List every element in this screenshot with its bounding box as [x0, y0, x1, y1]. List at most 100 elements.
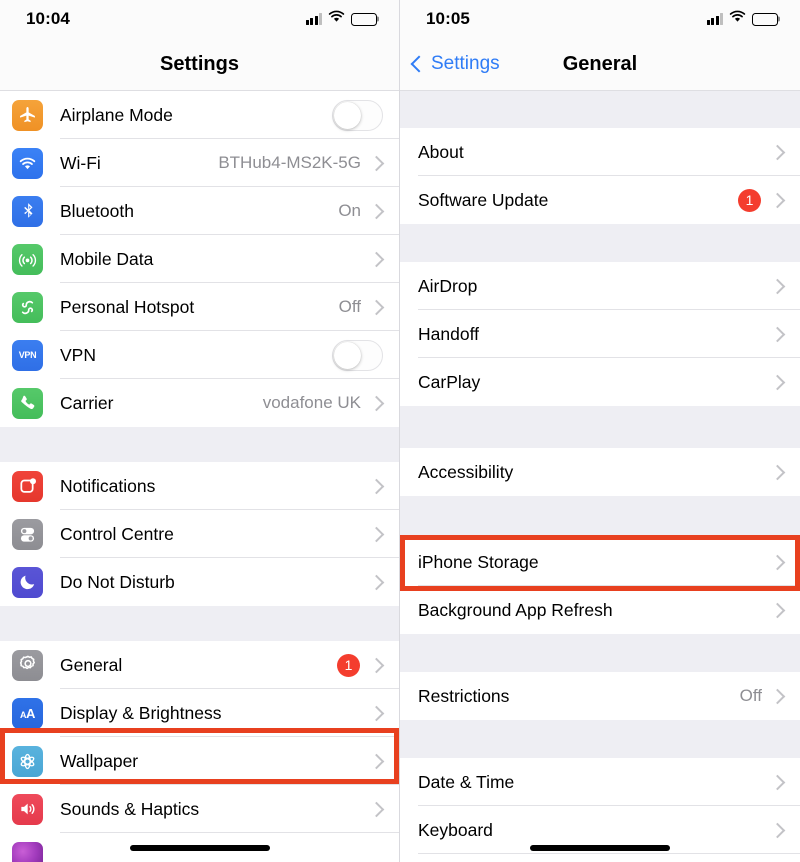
settings-row[interactable]: Background App Refresh	[400, 586, 800, 634]
phone-icon	[12, 387, 43, 419]
notification-badge: 1	[337, 653, 360, 677]
dual-screenshot-container: 10:04 Settings Airplane Mode Wi-Fi BTHub4-…	[0, 0, 800, 862]
speaker-icon	[12, 793, 43, 825]
settings-row[interactable]: Airplane Mode	[0, 91, 399, 139]
chevron-right-icon	[368, 395, 385, 411]
settings-row[interactable]: Personal Hotspot Off	[0, 283, 399, 331]
status-time: 10:04	[26, 9, 70, 28]
settings-row-value: Off	[338, 297, 361, 316]
toggle-switch[interactable]	[332, 99, 383, 131]
chevron-right-icon	[368, 753, 385, 769]
toggle-switch[interactable]	[332, 339, 383, 371]
settings-row[interactable]: Wallpaper	[0, 737, 399, 785]
settings-row[interactable]: Wi-Fi BTHub4-MS2K-5G	[0, 139, 399, 187]
settings-row[interactable]: Accessibility	[400, 448, 800, 496]
settings-row-label: Carrier	[60, 392, 114, 413]
settings-row[interactable]: About	[400, 128, 800, 176]
settings-row-label: VPN	[60, 344, 96, 365]
settings-row[interactable]: Date & Time	[400, 758, 800, 806]
settings-row[interactable]: General 1	[0, 641, 399, 689]
group-gap	[400, 91, 800, 128]
group-gap	[400, 406, 800, 448]
settings-row[interactable]: VPN VPN	[0, 331, 399, 379]
settings-row-label: Software Update	[418, 189, 549, 210]
settings-group: About Software Update 1	[400, 128, 800, 224]
settings-group: AirDrop Handoff CarPlay	[400, 262, 800, 406]
notifications-icon	[12, 470, 43, 502]
chevron-right-icon	[368, 203, 385, 219]
chevron-right-icon	[368, 801, 385, 817]
settings-row-label: iPhone Storage	[418, 551, 539, 572]
display-icon: AA	[12, 697, 43, 729]
settings-group: Accessibility	[400, 448, 800, 496]
settings-row-label: Sounds & Haptics	[60, 798, 200, 819]
chevron-right-icon	[368, 155, 385, 171]
chevron-right-icon	[769, 278, 786, 294]
chevron-left-icon	[410, 55, 428, 73]
group-gap	[400, 634, 800, 672]
bluetooth-icon	[12, 195, 43, 227]
settings-row-label: Control Centre	[60, 523, 174, 544]
chevron-right-icon	[769, 374, 786, 390]
chevron-right-icon	[769, 602, 786, 618]
chevron-right-icon	[769, 774, 786, 790]
page-title: Settings	[160, 52, 239, 75]
settings-row-label: Keyboard	[418, 819, 493, 840]
settings-row[interactable]: Sounds & Haptics	[0, 785, 399, 833]
status-bar-right: 10:05	[400, 0, 800, 38]
settings-row[interactable]: Mobile Data	[0, 235, 399, 283]
back-button[interactable]: Settings	[410, 53, 500, 75]
status-indicators	[706, 10, 778, 28]
settings-row[interactable]: Software Update 1	[400, 176, 800, 224]
battery-icon	[351, 12, 377, 26]
settings-row-label: Handoff	[418, 323, 479, 344]
page-title: General	[562, 52, 638, 75]
settings-row[interactable]: Carrier vodafone UK	[0, 379, 399, 427]
control-centre-icon	[12, 518, 43, 550]
status-bar-left: 10:04	[0, 0, 399, 38]
settings-row[interactable]: Do Not Disturb	[0, 558, 399, 606]
settings-row-value: vodafone UK	[262, 393, 361, 412]
settings-row[interactable]: Handoff	[400, 310, 800, 358]
toggle-knob	[334, 341, 361, 369]
settings-row[interactable]: AirDrop	[400, 262, 800, 310]
airplane-icon	[12, 99, 43, 131]
settings-row[interactable]: Bluetooth On	[0, 187, 399, 235]
settings-row[interactable]: Language & Region	[400, 854, 800, 862]
chevron-right-icon	[368, 526, 385, 542]
settings-row-label: Background App Refresh	[418, 599, 613, 620]
settings-row-label: Accessibility	[418, 461, 514, 482]
settings-row[interactable]: AA Display & Brightness	[0, 689, 399, 737]
hotspot-icon	[12, 291, 43, 323]
settings-screen: 10:04 Settings Airplane Mode Wi-Fi BTHub4-…	[0, 0, 400, 862]
settings-group: Notifications Control Centre Do Not Distur…	[0, 462, 399, 606]
settings-row-label: Notifications	[60, 475, 156, 496]
group-gap	[0, 606, 399, 641]
settings-group: Restrictions Off	[400, 672, 800, 720]
general-screen: 10:05 Settings General About Software Up…	[400, 0, 800, 862]
siri-icon	[12, 841, 43, 862]
gear-icon	[12, 649, 43, 681]
settings-row-label: Wallpaper	[60, 750, 139, 771]
chevron-right-icon	[368, 705, 385, 721]
chevron-right-icon	[769, 464, 786, 480]
settings-row-label: Wi-Fi	[60, 152, 101, 173]
settings-row-value: BTHub4-MS2K-5G	[218, 153, 361, 172]
settings-row[interactable]: Notifications	[0, 462, 399, 510]
chevron-right-icon	[769, 192, 786, 208]
wifi-icon	[328, 10, 345, 28]
settings-row[interactable]: Control Centre	[0, 510, 399, 558]
settings-row-label: Display & Brightness	[60, 702, 222, 723]
status-indicators	[305, 10, 377, 28]
chevron-right-icon	[769, 326, 786, 342]
settings-row[interactable]: CarPlay	[400, 358, 800, 406]
cellular-icon	[12, 243, 43, 275]
chevron-right-icon	[368, 478, 385, 494]
group-gap	[400, 224, 800, 262]
group-gap	[400, 720, 800, 758]
settings-row[interactable]: iPhone Storage	[400, 538, 800, 586]
chevron-right-icon	[769, 554, 786, 570]
chevron-right-icon	[769, 688, 786, 704]
settings-row[interactable]: Restrictions Off	[400, 672, 800, 720]
settings-row-label: General	[60, 654, 123, 675]
